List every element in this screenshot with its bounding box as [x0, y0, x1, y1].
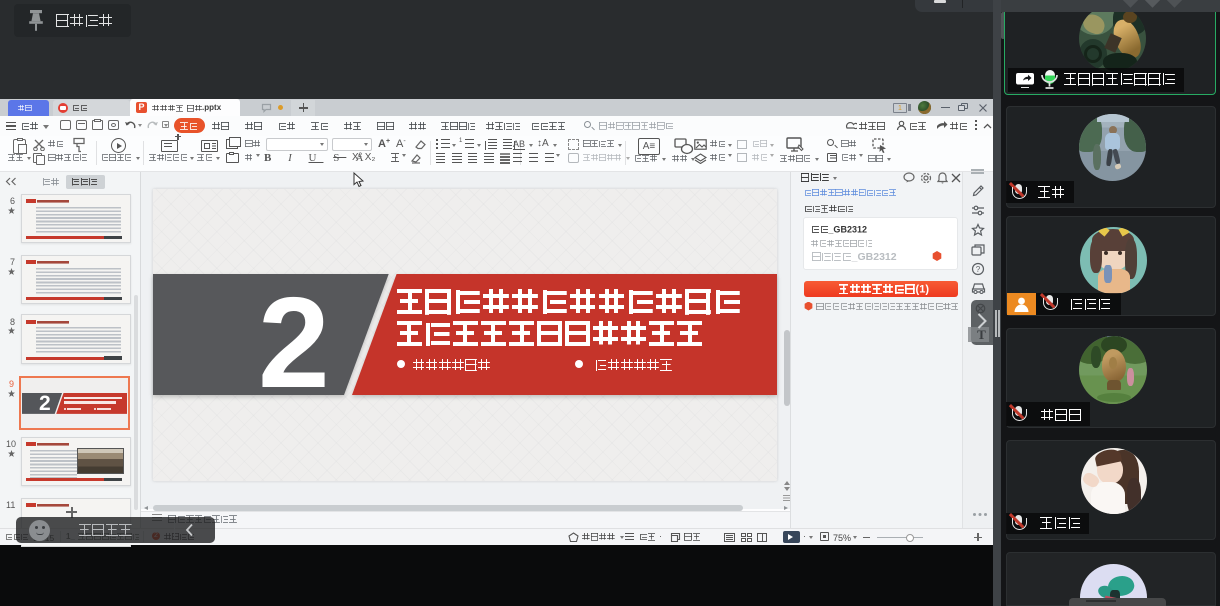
svg-text:?: ?: [976, 265, 981, 274]
